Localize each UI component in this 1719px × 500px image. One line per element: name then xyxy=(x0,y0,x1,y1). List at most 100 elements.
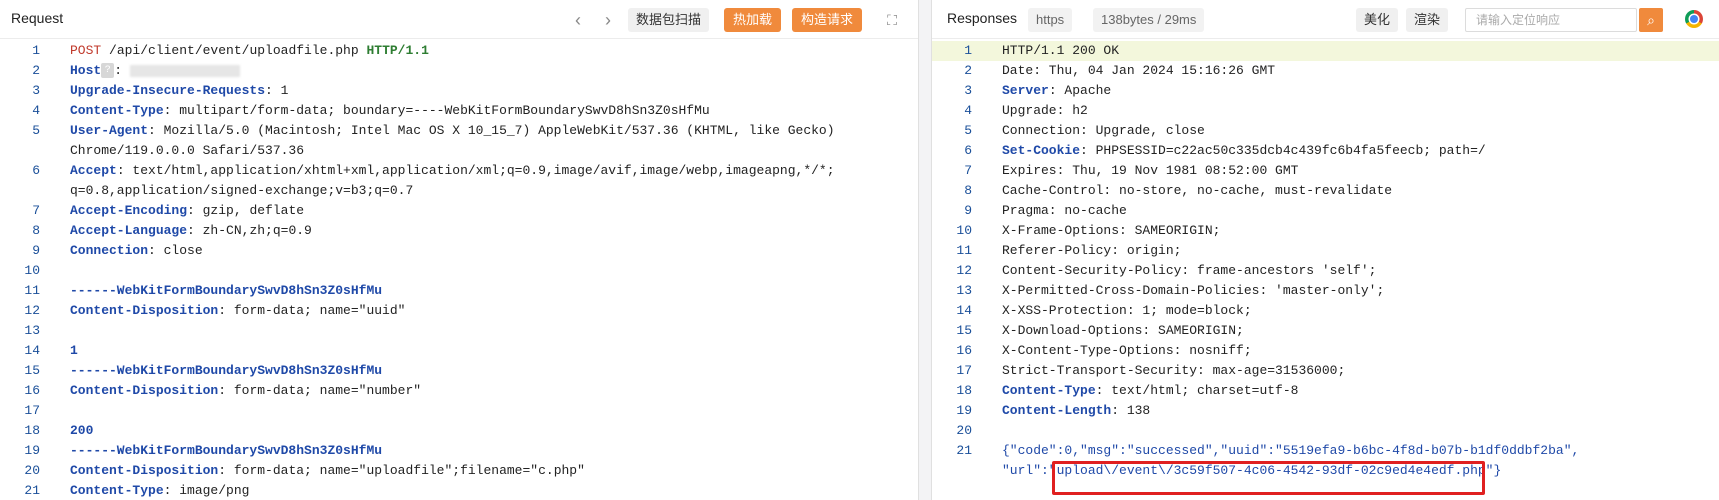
line-text: ------WebKitFormBoundarySwvD8hSn3Z0sHfMu xyxy=(70,361,382,381)
code-token: Referer-Policy: origin; xyxy=(1002,243,1182,258)
line-text: X-Content-Type-Options: nosniff; xyxy=(1002,341,1252,361)
line-number: 8 xyxy=(32,223,40,238)
line-number: 5 xyxy=(964,123,972,138)
line-number: 3 xyxy=(964,83,972,98)
beautify-button[interactable]: 美化 xyxy=(1356,8,1399,32)
code-token: : form-data; name="number" xyxy=(218,383,422,398)
line-number: 9 xyxy=(964,203,972,218)
code-token: : 138 xyxy=(1111,403,1151,418)
fullscreen-icon[interactable]: ⛶ xyxy=(881,9,903,31)
packet-scan-button[interactable]: 数据包扫描 xyxy=(628,8,710,32)
line-number: 1 xyxy=(964,43,972,58)
chrome-icon[interactable] xyxy=(1685,10,1703,28)
request-line: 9 Connection: close xyxy=(0,241,918,261)
response-line: 12 Content-Security-Policy: frame-ancesto… xyxy=(932,261,1719,281)
code-token: ------WebKitFormBoundarySwvD8hSn3Z0sHfMu xyxy=(70,363,383,378)
chevron-left-icon[interactable]: ‹ xyxy=(567,9,589,31)
line-text: Upgrade: h2 xyxy=(1002,101,1088,121)
request-pane: Request ‹ › 数据包扫描 热加载 构造请求 ⛶ 1 POST /api/… xyxy=(0,0,918,500)
response-line: 13 X-Permitted-Cross-Domain-Policies: 'ma… xyxy=(932,281,1719,301)
code-token: Connection xyxy=(70,243,149,258)
response-line: 9 Pragma: no-cache xyxy=(932,201,1719,221)
render-button[interactable]: 渲染 xyxy=(1406,8,1449,32)
code-token: Content-Security-Policy: frame-ancestors… xyxy=(1002,263,1377,278)
chevron-right-icon[interactable]: › xyxy=(597,9,619,31)
line-text: Content-Type: multipart/form-data; bound… xyxy=(70,101,710,121)
request-line: Chrome/119.0.0.0 Safari/537.36 xyxy=(0,141,918,161)
request-line: 13 xyxy=(0,321,918,341)
request-line: 4 Content-Type: multipart/form-data; boun… xyxy=(0,101,918,121)
line-text: Upgrade-Insecure-Requests: 1 xyxy=(70,81,288,101)
line-text: User-Agent: Mozilla/5.0 (Macintosh; Inte… xyxy=(70,121,835,141)
request-line: 17 xyxy=(0,401,918,421)
line-number: 10 xyxy=(956,223,972,238)
build-request-button[interactable]: 构造请求 xyxy=(792,8,863,32)
line-text: q=0.8,application/signed-exchange;v=b3;q… xyxy=(70,181,413,201)
request-editor[interactable]: 1 POST /api/client/event/uploadfile.php H… xyxy=(0,41,918,500)
code-token: Content-Disposition xyxy=(70,303,219,318)
pane-divider[interactable] xyxy=(918,0,932,500)
response-line: 1 HTTP/1.1 200 OK xyxy=(932,41,1719,61)
search-icon[interactable]: ⌕ xyxy=(1639,8,1663,32)
code-token: User-Agent xyxy=(70,123,149,138)
line-number: 20 xyxy=(956,423,972,438)
code-token: Strict-Transport-Security: max-age=31536… xyxy=(1002,363,1346,378)
line-text: X-Frame-Options: SAMEORIGIN; xyxy=(1002,221,1220,241)
code-token: : PHPSESSID=c22ac50c335dcb4c439fc6b4fa5f… xyxy=(1080,143,1486,158)
code-token: Content-Disposition xyxy=(70,463,219,478)
code-token: HTTP/1.1 xyxy=(366,43,429,58)
line-number: 10 xyxy=(24,263,40,278)
line-text: Pragma: no-cache xyxy=(1002,201,1127,221)
line-number: 16 xyxy=(24,383,40,398)
response-line: 18 Content-Type: text/html; charset=utf-8 xyxy=(932,381,1719,401)
code-token: Set-Cookie xyxy=(1002,143,1081,158)
response-line: 10 X-Frame-Options: SAMEORIGIN; xyxy=(932,221,1719,241)
help-icon[interactable]: ? xyxy=(101,63,115,79)
line-text: ------WebKitFormBoundarySwvD8hSn3Z0sHfMu xyxy=(70,281,382,301)
line-number: 19 xyxy=(24,443,40,458)
request-line: 6 Accept: text/html,application/xhtml+xml… xyxy=(0,161,918,181)
code-token: : zh-CN,zh;q=0.9 xyxy=(187,223,312,238)
hot-load-button[interactable]: 热加载 xyxy=(724,8,782,32)
request-line: 21 Content-Type: image/png xyxy=(0,481,918,500)
code-token: : form-data; name="uuid" xyxy=(218,303,406,318)
request-line: 12 Content-Disposition: form-data; name="… xyxy=(0,301,918,321)
code-token: X-Content-Type-Options: nosniff; xyxy=(1002,343,1252,358)
line-text: 1 xyxy=(70,341,78,361)
code-token: : Apache xyxy=(1048,83,1112,98)
request-line: 18 200 xyxy=(0,421,918,441)
code-token: Upgrade: h2 xyxy=(1002,103,1088,118)
response-viewer[interactable]: 1 HTTP/1.1 200 OK 2 Date: Thu, 04 Jan 2024 … xyxy=(932,41,1719,481)
line-number: 15 xyxy=(24,363,40,378)
code-token: X-Frame-Options: SAMEORIGIN; xyxy=(1002,223,1221,238)
response-line: 3 Server: Apache xyxy=(932,81,1719,101)
request-line: 16 Content-Disposition: form-data; name="… xyxy=(0,381,918,401)
response-line: 15 X-Download-Options: SAMEORIGIN; xyxy=(932,321,1719,341)
code-token: Accept-Encoding xyxy=(70,203,188,218)
responses-title: Responses xyxy=(947,10,1018,26)
line-number: 17 xyxy=(24,403,40,418)
line-number: 12 xyxy=(956,263,972,278)
line-number: 11 xyxy=(956,243,972,258)
code-token: Date: Thu, 04 Jan 2024 15:16:26 GMT xyxy=(1002,63,1276,78)
line-number: 14 xyxy=(956,303,972,318)
line-text: X-Permitted-Cross-Domain-Policies: 'mast… xyxy=(1002,281,1384,301)
line-number: 9 xyxy=(32,243,40,258)
line-number: 12 xyxy=(24,303,40,318)
response-line: 4 Upgrade: h2 xyxy=(932,101,1719,121)
line-number: 15 xyxy=(956,323,972,338)
request-line: 19 ------WebKitFormBoundarySwvD8hSn3Z0sHf… xyxy=(0,441,918,461)
locate-response-input[interactable]: 请输入定位响应 xyxy=(1465,8,1637,32)
code-token: q=0.8,application/signed-exchange;v=b3;q… xyxy=(70,183,414,198)
code-token: X-XSS-Protection: 1; mode=block; xyxy=(1002,303,1252,318)
code-token: : close xyxy=(148,243,203,258)
request-line: 2 Host?: xyxy=(0,61,918,81)
code-token: /api/client/event/uploadfile.php xyxy=(101,43,367,58)
code-token: HTTP/1.1 200 OK xyxy=(1002,43,1120,58)
line-text: X-XSS-Protection: 1; mode=block; xyxy=(1002,301,1252,321)
line-number: 2 xyxy=(32,63,40,78)
response-line: 7 Expires: Thu, 19 Nov 1981 08:52:00 GMT xyxy=(932,161,1719,181)
code-token: Host xyxy=(70,63,102,78)
request-line: 20 Content-Disposition: form-data; name="… xyxy=(0,461,918,481)
code-token: : gzip, deflate xyxy=(187,203,305,218)
